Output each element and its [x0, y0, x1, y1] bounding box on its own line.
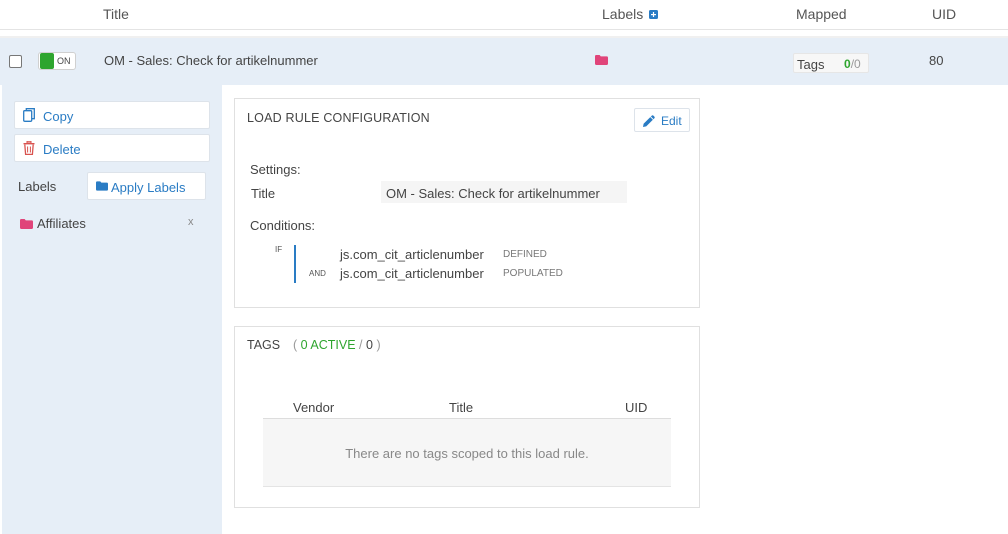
- panel-title: LOAD RULE CONFIGURATION: [247, 111, 430, 125]
- mapped-label: Tags: [797, 57, 825, 72]
- label-item-affiliates: Affiliates: [20, 216, 86, 231]
- label-folder-icon[interactable]: [595, 55, 608, 65]
- column-uid[interactable]: UID: [932, 6, 956, 22]
- and-operator: AND: [309, 269, 326, 278]
- condition-operator: POPULATED: [503, 268, 563, 279]
- delete-label: Delete: [43, 142, 81, 157]
- tags-heading: TAGS: [247, 338, 281, 352]
- condition-operator: DEFINED: [503, 249, 547, 260]
- edit-button[interactable]: Edit: [634, 108, 690, 132]
- table-header: Title Labels Mapped UID: [0, 0, 1008, 30]
- toggle-label: ON: [57, 56, 71, 66]
- setting-title-value: OM - Sales: Check for artikelnummer: [381, 181, 627, 203]
- copy-label: Copy: [43, 109, 74, 124]
- status-toggle[interactable]: ON: [38, 52, 76, 70]
- edit-label: Edit: [661, 114, 682, 128]
- settings-heading: Settings:: [250, 162, 301, 177]
- column-tag-title[interactable]: Title: [449, 400, 473, 415]
- condition-variable: js.com_cit_articlenumber: [340, 266, 484, 281]
- remove-label-button[interactable]: x: [188, 216, 194, 228]
- row-select-checkbox[interactable]: [9, 55, 22, 68]
- toggle-knob: [40, 53, 54, 69]
- condition-group-bar: [294, 245, 296, 283]
- tags-panel: TAGS ( 0 ACTIVE / 0 ) Vendor Title UID T…: [234, 326, 700, 508]
- apply-labels-button[interactable]: Apply Labels: [87, 172, 206, 200]
- rule-title[interactable]: OM - Sales: Check for artikelnummer: [104, 53, 318, 68]
- rule-uid: 80: [929, 53, 944, 68]
- active-count: 0 ACTIVE: [300, 338, 356, 352]
- empty-state: There are no tags scoped to this load ru…: [263, 419, 671, 487]
- folder-icon: [96, 181, 108, 191]
- empty-message: There are no tags scoped to this load ru…: [345, 446, 589, 461]
- column-labels[interactable]: Labels: [602, 6, 659, 22]
- if-operator: IF: [275, 245, 283, 254]
- column-vendor[interactable]: Vendor: [293, 400, 334, 415]
- mapped-count: 0/0: [844, 57, 861, 71]
- label-folder-icon: [20, 219, 33, 229]
- delete-button[interactable]: Delete: [14, 134, 210, 162]
- trash-icon: [23, 141, 35, 155]
- load-rule-row[interactable]: ON OM - Sales: Check for artikelnummer T…: [0, 38, 1008, 85]
- conditions-heading: Conditions:: [250, 218, 316, 233]
- column-title[interactable]: Title: [103, 6, 129, 22]
- copy-icon: [23, 108, 35, 122]
- setting-title-key: Title: [251, 186, 276, 201]
- add-label-icon[interactable]: [649, 10, 659, 19]
- condition-variable: js.com_cit_articlenumber: [340, 247, 484, 262]
- tags-count: ( 0 ACTIVE / 0 ): [293, 338, 381, 352]
- column-tag-uid[interactable]: UID: [625, 400, 647, 415]
- apply-labels-label: Apply Labels: [111, 180, 186, 195]
- action-sidebar: Copy Delete Labels Apply Labels Affiliat…: [2, 85, 222, 534]
- column-labels-text: Labels: [602, 6, 644, 22]
- label-name: Affiliates: [37, 216, 86, 231]
- copy-button[interactable]: Copy: [14, 101, 210, 129]
- pencil-icon: [643, 115, 655, 127]
- total-count: 0: [366, 338, 373, 352]
- mapped-tags-badge[interactable]: Tags 0/0: [793, 53, 869, 73]
- load-rule-configuration-panel: LOAD RULE CONFIGURATION Edit Settings: T…: [234, 98, 700, 308]
- column-mapped[interactable]: Mapped: [796, 6, 847, 22]
- labels-heading: Labels: [18, 179, 57, 194]
